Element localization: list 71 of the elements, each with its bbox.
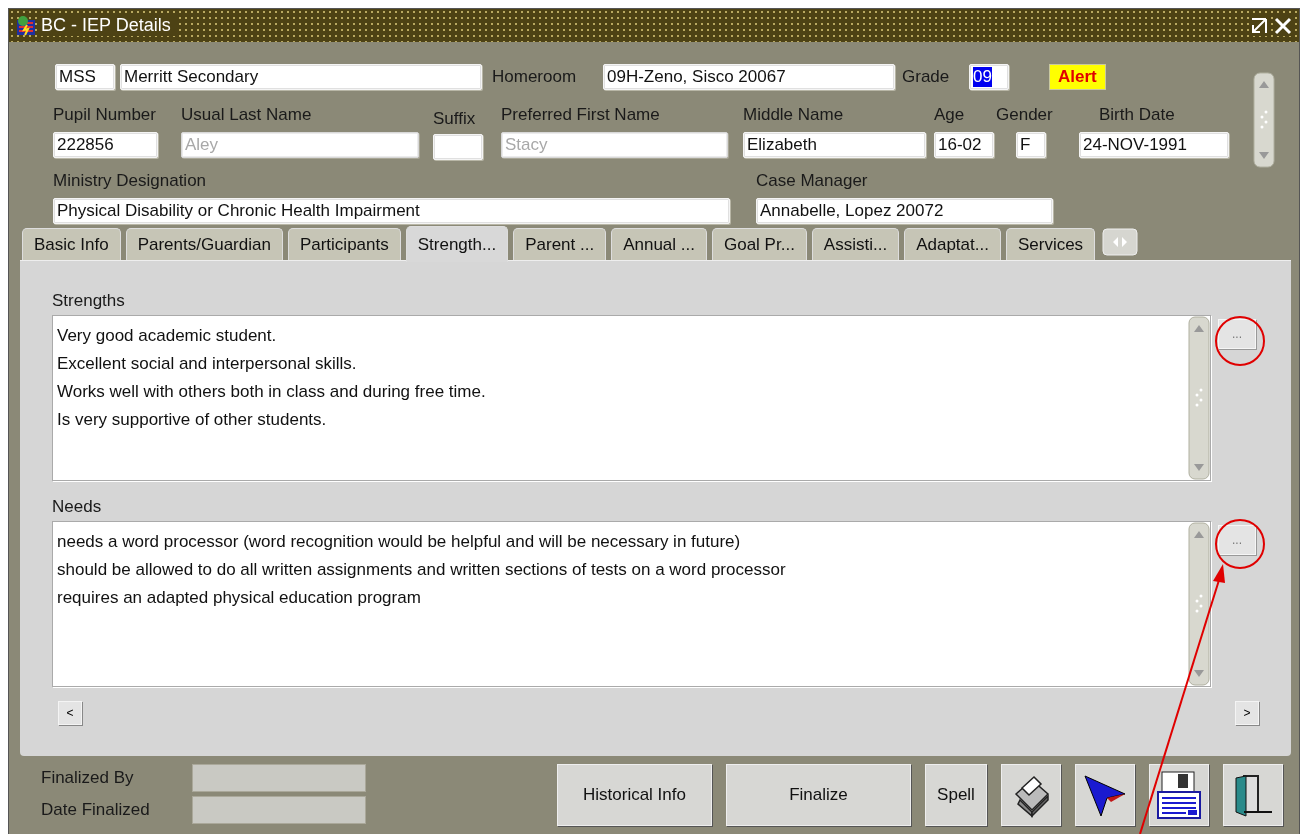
toolbar-button[interactable] — [1001, 764, 1061, 826]
highlight-circle — [1215, 316, 1265, 366]
field-label: Gender — [996, 104, 1054, 126]
toolbar-button[interactable] — [1223, 764, 1283, 826]
tab[interactable]: Strength... — [405, 226, 509, 262]
more-button[interactable]: ... — [1218, 525, 1256, 555]
text-field[interactable]: F — [1016, 132, 1046, 158]
section-label: Needs — [52, 497, 103, 518]
school-name-field[interactable]: Merritt Secondary — [120, 64, 482, 90]
tab[interactable]: Participants — [287, 228, 401, 260]
text-field[interactable]: 16-02 — [934, 132, 994, 158]
scroll-right-button[interactable]: > — [1235, 701, 1259, 725]
tab-scroll-icon[interactable] — [1102, 228, 1139, 256]
text-line: Works well with others both in class and during free time. — [57, 381, 487, 403]
text-line: Is very supportive of other students. — [57, 409, 328, 431]
tab[interactable]: Goal Pr... — [712, 228, 807, 260]
text-field[interactable]: 24-NOV-1991 — [1079, 132, 1229, 158]
text-line: should be allowed to do all written assignments and written sections of tests on a word processor — [57, 559, 787, 581]
field-label: Grade — [902, 67, 951, 87]
toolbar-button[interactable] — [1075, 764, 1135, 826]
text-field[interactable]: Physical Disability or Chronic Health Impairment — [53, 198, 730, 224]
tab[interactable]: Assisti... — [811, 228, 900, 260]
action-button[interactable]: Spell — [925, 764, 987, 826]
tab[interactable]: Services — [1005, 228, 1096, 260]
text-line: Very good academic student. — [57, 325, 278, 347]
field-label: Usual Last Name — [181, 104, 313, 126]
field-label: Birth Date — [1099, 104, 1176, 126]
text-line: requires an adapted physical education program — [57, 587, 422, 609]
field-label: Preferred First Name — [501, 104, 661, 126]
field-label: Homeroom — [492, 67, 578, 87]
text-line: needs a word processor (word recognition would be helpful and will be necessary in future) — [57, 531, 742, 553]
field-label: Middle Name — [743, 104, 845, 126]
close-icon[interactable] — [1273, 15, 1293, 36]
text-field[interactable]: Annabelle, Lopez 20072 — [756, 198, 1053, 224]
homeroom-field[interactable]: 09H-Zeno, Sisco 20067 — [603, 64, 895, 90]
grade-field[interactable]: 09 — [969, 64, 1009, 90]
text-area[interactable] — [52, 521, 1211, 687]
field-label: Finalized By — [41, 768, 135, 788]
alert-button[interactable]: Alert — [1049, 64, 1106, 90]
tab[interactable]: Annual ... — [611, 228, 707, 260]
field-label: Pupil Number — [53, 104, 157, 126]
field-label: Ministry Designation — [53, 170, 208, 192]
tab[interactable]: Basic Info — [22, 228, 121, 260]
section-label: Strengths — [52, 291, 126, 312]
text-area[interactable]: Very good academic student. Excellent social and interpersonal skills. Works well with others both in class and during free time. Is very supportive of other students. — [52, 315, 1211, 481]
floppy-disk-icon — [1156, 770, 1202, 820]
action-button[interactable]: Historical Info — [557, 764, 712, 826]
text-field[interactable] — [192, 764, 366, 792]
text-field[interactable]: 222856 — [53, 132, 158, 158]
highlight-circle — [1215, 519, 1265, 569]
field-label: Age — [934, 104, 966, 126]
restore-icon[interactable] — [1249, 15, 1269, 36]
scrollbar[interactable] — [1188, 522, 1210, 686]
scrollbar[interactable] — [1188, 316, 1210, 480]
field-label: Suffix — [433, 108, 477, 128]
toolbar-button[interactable] — [1149, 764, 1209, 826]
more-button[interactable]: ... — [1218, 319, 1256, 349]
field-label: Date Finalized — [41, 800, 151, 820]
scroll-left-button[interactable]: < — [58, 701, 82, 725]
action-button[interactable]: Finalize — [726, 764, 911, 826]
app-icon — [15, 14, 37, 37]
text-field[interactable]: Elizabeth — [743, 132, 926, 158]
text-field[interactable] — [192, 796, 366, 824]
school-code-field[interactable]: MSS — [55, 64, 115, 90]
tab[interactable]: Parent ... — [513, 228, 607, 260]
tab[interactable]: Adaptat... — [904, 228, 1001, 260]
door-icon — [1232, 772, 1274, 818]
tab[interactable]: Parents/Guardian — [125, 228, 283, 260]
field-label: Case Manager — [756, 170, 869, 192]
text-line: Excellent social and interpersonal skills. — [57, 353, 358, 375]
scrollbar[interactable] — [1253, 72, 1275, 168]
